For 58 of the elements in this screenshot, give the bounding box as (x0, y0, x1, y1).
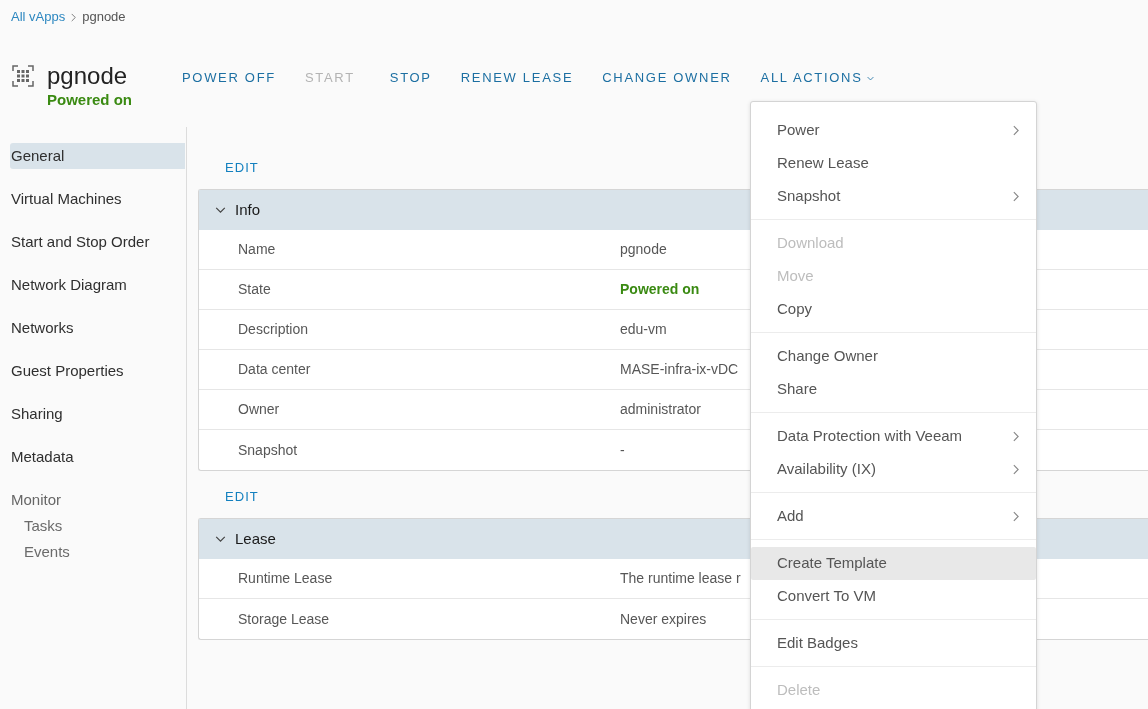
sidebar-item[interactable]: Network Diagram (10, 272, 185, 298)
property-label: Data center (237, 360, 312, 379)
menu-item[interactable]: Snapshot (751, 180, 1036, 213)
sidebar-item[interactable]: Tasks (10, 513, 185, 539)
property-value: - (620, 440, 625, 460)
chevron-right-icon (1013, 191, 1019, 202)
property-value: edu-vm (620, 320, 667, 339)
property-label: Storage Lease (237, 609, 331, 629)
property-label: Snapshot (237, 440, 299, 460)
menu-item[interactable]: Data Protection with Veeam (751, 420, 1036, 453)
sidebar-item[interactable]: Sharing (10, 401, 185, 427)
sidebar-item[interactable]: Monitor (10, 487, 185, 513)
action-button[interactable]: RENEW LEASE (460, 68, 574, 88)
breadcrumb-link[interactable]: All vApps (11, 7, 66, 27)
sidebar-item[interactable]: General (10, 143, 185, 169)
property-value: administrator (620, 400, 701, 419)
property-label: Description (237, 320, 310, 339)
menu-item[interactable]: Renew Lease (751, 147, 1036, 180)
edit-link[interactable]: EDIT (225, 487, 259, 507)
grid-icon (12, 65, 34, 87)
menu-item[interactable]: Copy (751, 293, 1036, 326)
chevron-right-icon (1013, 431, 1019, 442)
power-status: Powered on (47, 90, 132, 110)
property-label: Owner (237, 400, 281, 419)
menu-item[interactable]: Power (751, 114, 1036, 147)
chevron-down-icon (866, 75, 874, 81)
property-value: pgnode (620, 240, 667, 259)
status-value: Powered on (620, 280, 700, 299)
property-label: Name (237, 240, 277, 259)
action-button[interactable]: POWER OFF (182, 68, 276, 88)
chevron-right-icon (1013, 511, 1019, 522)
action-button[interactable]: STOP (389, 68, 432, 88)
breadcrumb-current: pgnode (82, 8, 126, 27)
menu-item[interactable]: Availability (IX) (751, 453, 1036, 486)
sidebar-item[interactable]: Networks (10, 315, 185, 341)
sidebar-item[interactable]: Virtual Machines (10, 186, 185, 212)
property-value: Never expires (620, 609, 707, 629)
menu-item[interactable]: Edit Badges (751, 627, 1036, 660)
sidebar-item[interactable]: Metadata (10, 444, 185, 470)
menu-item[interactable]: Create Template (751, 547, 1036, 580)
vapp-title: pgnode (47, 62, 128, 90)
property-label: Runtime Lease (237, 569, 334, 588)
menu-item[interactable]: Change Owner (751, 340, 1036, 373)
edit-link[interactable]: EDIT (225, 158, 259, 178)
property-value: The runtime lease r (620, 569, 741, 588)
chevron-right-icon (1013, 125, 1019, 136)
menu-item[interactable]: Share (751, 373, 1036, 406)
chevron-right-icon (1013, 464, 1019, 475)
menu-item[interactable]: Convert To VM (751, 580, 1036, 613)
action-button[interactable]: CHANGE OWNER (602, 68, 732, 88)
sidebar-item[interactable]: Events (10, 539, 185, 565)
property-value: MASE-infra-ix-vDC (620, 360, 739, 379)
sidebar-item[interactable]: Guest Properties (10, 358, 185, 384)
all-actions-dropdown[interactable]: ALL ACTIONS (760, 68, 874, 88)
menu-item[interactable]: Add (751, 500, 1036, 533)
property-label: State (237, 280, 272, 299)
sidebar-item[interactable]: Start and Stop Order (10, 229, 185, 255)
chevron-right-icon (71, 12, 77, 22)
